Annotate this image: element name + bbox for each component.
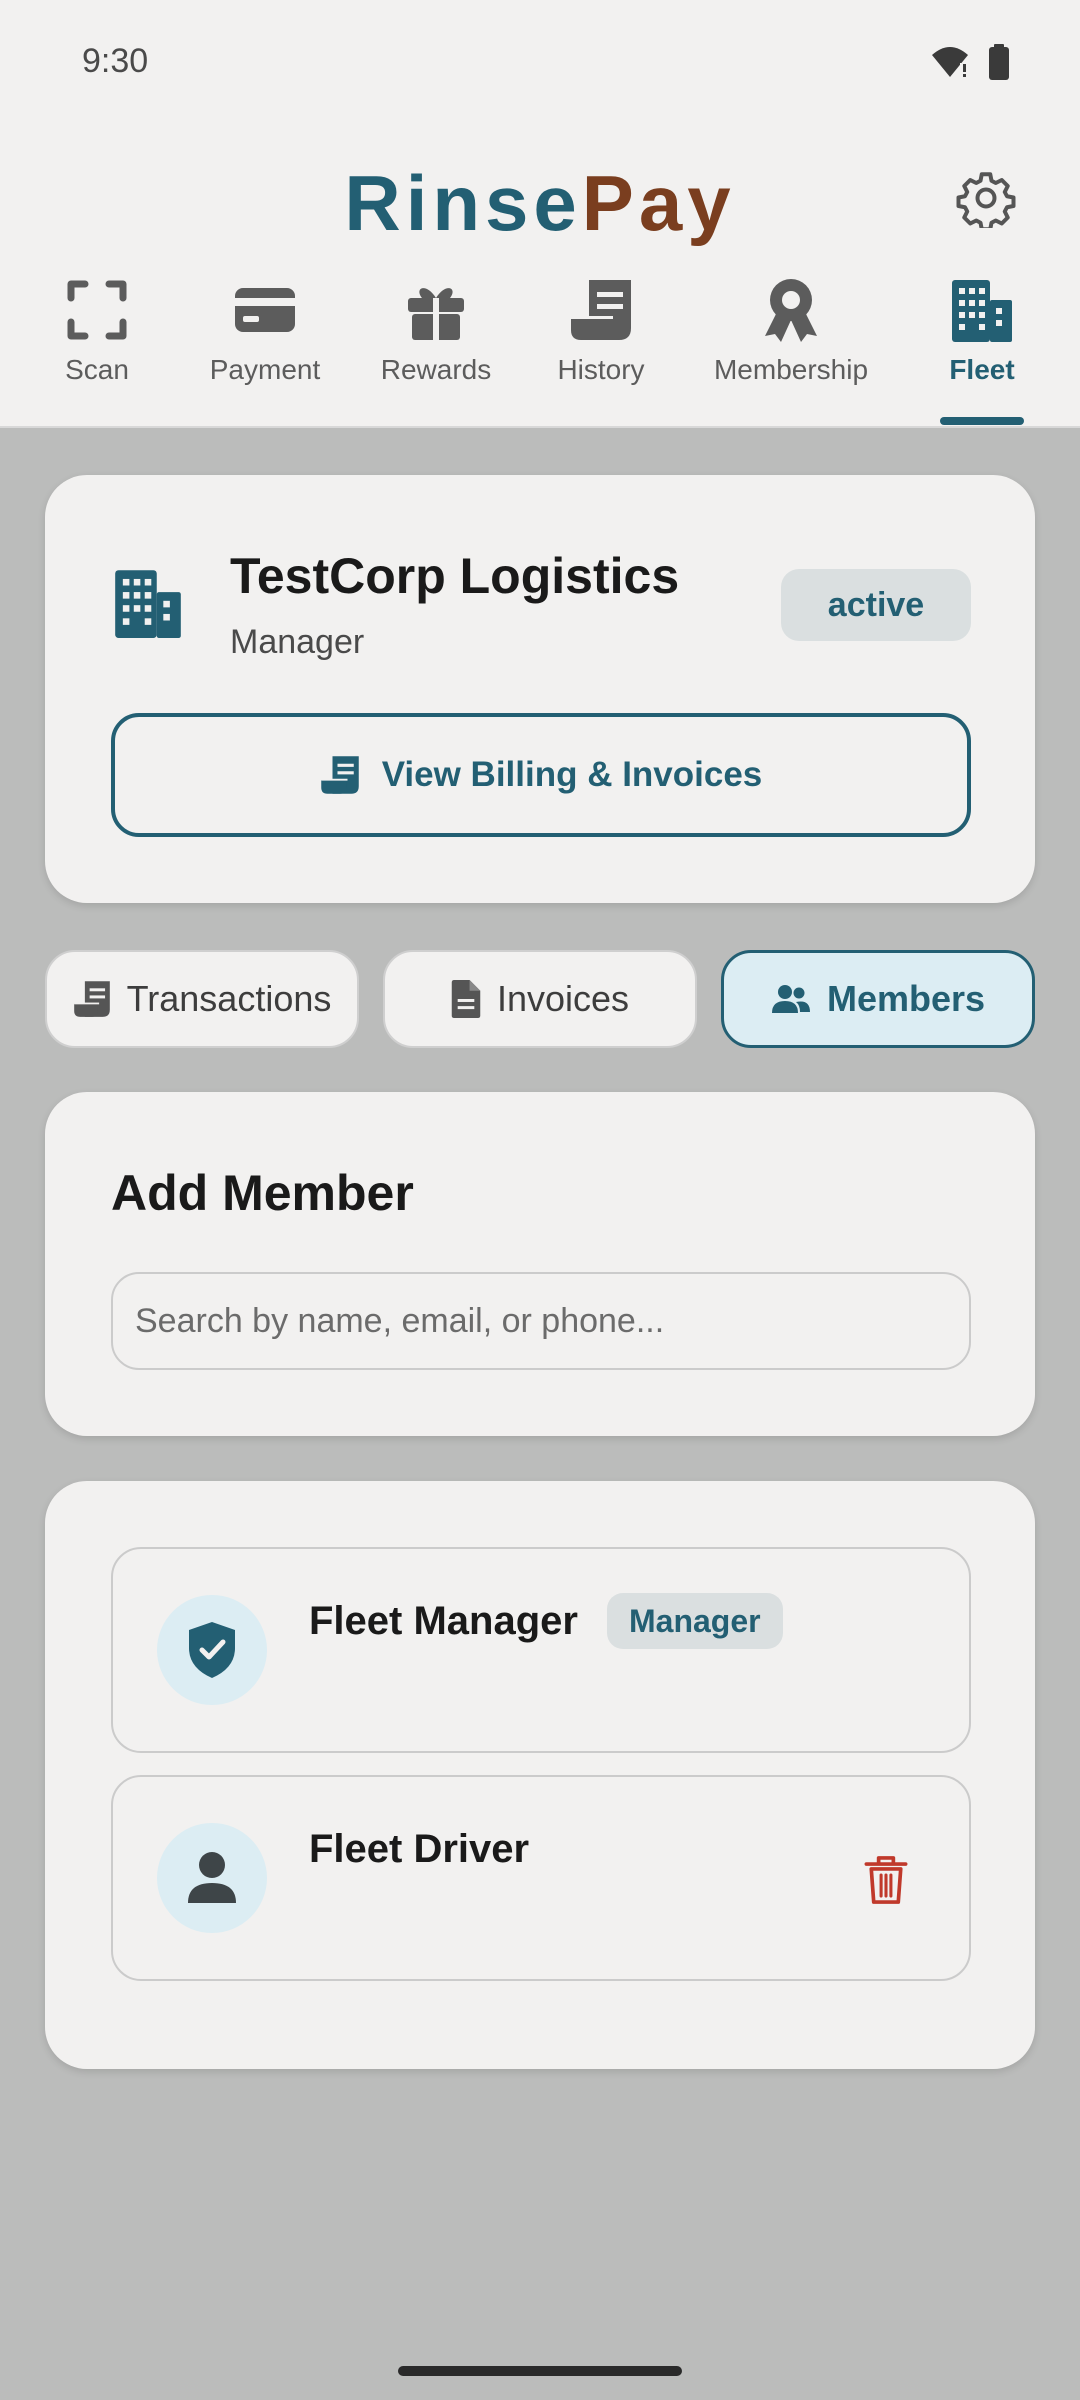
tab-label: Invoices [496,978,630,1019]
building-icon [115,570,181,638]
settings-gear-icon[interactable] [956,168,1016,228]
avatar [157,1823,267,1933]
organization-card: TestCorp Logistics Manager active View B… [45,475,1035,903]
gift-icon [408,288,464,340]
member-name: Fleet Manager [309,1599,578,1643]
list-item[interactable]: Fleet Driver [111,1775,971,1981]
person-icon [188,1852,236,1903]
tab-members[interactable]: Members [721,950,1035,1048]
credit-card-icon [235,288,295,332]
building-icon [952,280,1012,342]
status-badge: active [781,569,971,641]
award-icon [765,279,817,342]
receipt-icon [571,280,631,340]
logo-part-1: Rinse [344,159,582,247]
list-item[interactable]: Fleet Manager Manager [111,1547,971,1753]
member-name: Fleet Driver [309,1827,530,1871]
role-badge: Manager [607,1593,783,1649]
nav-item-payment[interactable]: Payment [190,278,340,386]
shield-check-icon [189,1622,235,1678]
nav-item-scan[interactable]: Scan [30,278,164,386]
tab-label: Members [826,978,986,1019]
members-list-card: Fleet Manager Manager Fleet Driver [45,1481,1035,2069]
tab-transactions[interactable]: Transactions [45,950,359,1048]
home-indicator[interactable] [398,2366,682,2376]
nav-item-history[interactable]: History [536,278,666,386]
wifi-icon [932,47,968,77]
tab-invoices[interactable]: Invoices [383,950,697,1048]
receipt-icon [73,981,110,1017]
nav-item-rewards[interactable]: Rewards [366,278,506,386]
tab-label: Transactions [126,978,332,1019]
logo-part-2: Pay [581,159,736,247]
battery-icon [989,44,1009,80]
nav-label: History [557,354,645,385]
fleet-tabs: Transactions Invoices Members [45,950,1035,1048]
add-member-card: Add Member [45,1092,1035,1436]
nav-item-membership[interactable]: Membership [700,278,882,386]
view-billing-button[interactable]: View Billing & Invoices [111,713,971,837]
organization-role: Manager [230,623,365,661]
document-icon [451,980,481,1018]
nav-label: Membership [713,354,869,385]
bottom-nav: Scan Payment Rewards History Membership … [0,278,1080,428]
receipt-icon [320,756,359,794]
scan-icon [67,280,127,340]
active-tab-indicator [940,417,1024,425]
avatar [157,1595,267,1705]
view-billing-label: View Billing & Invoices [381,755,763,794]
organization-name: TestCorp Logistics [230,548,680,604]
status-time: 9:30 [82,42,149,80]
nav-label: Fleet [949,354,1015,385]
app-logo: RinsePay [0,158,1080,248]
nav-label: Payment [209,354,321,385]
member-search-input[interactable] [111,1272,971,1370]
nav-label: Rewards [380,354,492,385]
trash-icon[interactable] [861,1853,911,1907]
status-icons [930,44,1010,80]
add-member-title: Add Member [111,1165,414,1221]
nav-item-fleet[interactable]: Fleet [922,278,1042,386]
users-icon [771,985,810,1013]
nav-label: Scan [65,354,129,385]
